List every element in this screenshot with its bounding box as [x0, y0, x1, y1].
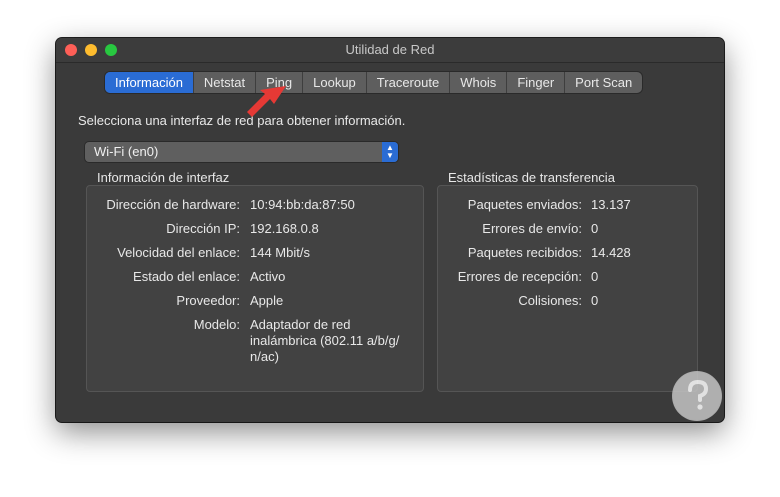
- transfer-stats-title: Estadísticas de transferencia: [448, 170, 615, 185]
- transfer-stats-box: Paquetes enviados: 13.137 Errores de env…: [437, 185, 698, 392]
- stats-value: 13.137: [591, 197, 631, 212]
- stats-label: Paquetes recibidos:: [467, 245, 582, 260]
- interface-select-value: Wi-Fi (en0): [94, 144, 159, 159]
- info-label: Velocidad del enlace:: [117, 245, 240, 260]
- stats-label: Paquetes enviados:: [467, 197, 582, 212]
- info-value-line: Adaptador de red: [250, 317, 351, 332]
- stats-label: Colisiones:: [518, 293, 582, 308]
- info-label: Proveedor:: [176, 293, 240, 308]
- question-person-icon: [673, 372, 721, 420]
- stats-label: Errores de envío:: [482, 221, 582, 236]
- tab-bar: Información Netstat Ping Lookup Tracerou…: [105, 72, 643, 93]
- window-title: Utilidad de Red: [345, 42, 435, 57]
- info-label: Dirección de hardware:: [106, 197, 240, 212]
- info-label: Dirección IP:: [166, 221, 240, 236]
- info-value: 192.168.0.8: [250, 221, 319, 236]
- info-value-line: n/ac): [250, 349, 279, 364]
- info-value: Apple: [250, 293, 284, 308]
- stats-value: 0: [591, 221, 599, 236]
- interface-select[interactable]: Wi-Fi (en0) ▲ ▼: [85, 142, 398, 162]
- tab-port-scan[interactable]: Port Scan: [565, 72, 642, 93]
- info-value-line: inalámbrica (802.11 a/b/g/: [250, 333, 400, 348]
- interface-info-box: Dirección de hardware: 10:94:bb:da:87:50…: [86, 185, 424, 392]
- updown-chevron-icon: ▲ ▼: [382, 142, 398, 162]
- tab-informacion[interactable]: Información: [105, 72, 194, 93]
- info-value: 144 Mbit/s: [250, 245, 310, 260]
- interface-info-title: Información de interfaz: [97, 170, 230, 185]
- tab-whois[interactable]: Whois: [450, 72, 508, 93]
- tab-finger[interactable]: Finger: [507, 72, 566, 93]
- network-utility-window: Utilidad de Red Información Netstat Ping…: [56, 38, 724, 422]
- info-label: Modelo:: [193, 317, 240, 332]
- stats-value: 0: [591, 269, 599, 284]
- annotation-arrow: [247, 86, 286, 117]
- info-value: Activo: [250, 269, 286, 284]
- stats-value: 14.428: [591, 245, 631, 260]
- stats-label: Errores de recepción:: [457, 269, 582, 284]
- tab-lookup[interactable]: Lookup: [303, 72, 367, 93]
- info-label: Estado del enlace:: [133, 269, 240, 284]
- titlebar: Utilidad de Red: [56, 38, 724, 63]
- tab-traceroute[interactable]: Traceroute: [367, 72, 451, 93]
- instruction-text: Selecciona una interfaz de red para obte…: [78, 113, 406, 128]
- watermark-logo: [672, 371, 722, 421]
- stats-value: 0: [591, 293, 599, 308]
- info-value: 10:94:bb:da:87:50: [250, 197, 355, 212]
